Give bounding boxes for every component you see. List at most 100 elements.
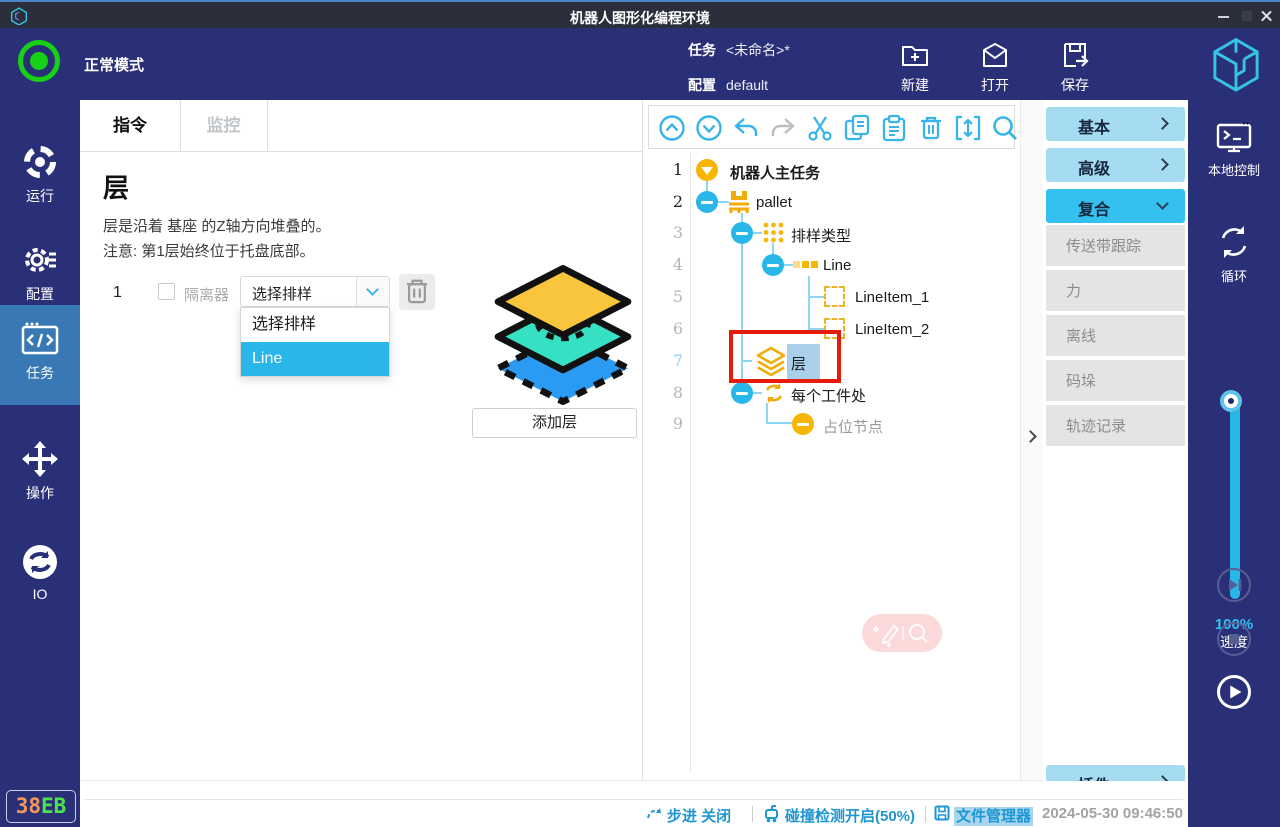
device-code-part2: EB [41, 794, 66, 818]
file-manager-icon [933, 804, 951, 822]
titlebar: 机器人图形化编程环境 [0, 0, 1280, 28]
palette-item-offline[interactable]: 离线 [1046, 315, 1185, 356]
collision-detection-toggle[interactable]: 碰撞检测开启(50%) [785, 805, 915, 826]
open-button-label: 打开 [960, 75, 1030, 95]
palette-group-composite[interactable]: 复合 [1046, 189, 1185, 223]
dropdown-option[interactable]: 选择排样 [241, 308, 389, 342]
step-forward-button[interactable] [1217, 568, 1251, 602]
sidebar-item-operate[interactable]: 操作 [0, 425, 80, 523]
sidebar-item-io[interactable]: IO [0, 528, 80, 626]
foreach-loop-icon [762, 381, 786, 405]
tabbar: 指令 监控 [80, 100, 643, 152]
pattern-dropdown[interactable]: 选择排样 [240, 276, 390, 307]
palette-item-trajectory[interactable]: 轨迹记录 [1046, 405, 1185, 446]
delete-icon[interactable] [916, 113, 946, 143]
step-mode-toggle[interactable]: 步进 关闭 [667, 805, 731, 826]
tree-node-lineitem1[interactable]: LineItem_1 [855, 289, 929, 306]
tab-monitor[interactable]: 监控 [180, 100, 267, 152]
undo-icon[interactable] [731, 113, 761, 143]
insert-node-icon[interactable] [953, 113, 983, 143]
loop-icon [1214, 222, 1254, 262]
tab-instruction[interactable]: 指令 [80, 100, 180, 152]
header: 正常模式 任务<未命名>* 配置default 新建 打开 [0, 28, 1280, 100]
layer-row-index: 1 [113, 284, 122, 302]
palette-item-label: 码垛 [1066, 370, 1096, 391]
dropdown-option-selected[interactable]: Line [241, 342, 389, 376]
expand-panel-chevron-icon[interactable] [1024, 430, 1037, 443]
pattern-dropdown-value: 选择排样 [252, 283, 312, 304]
trash-icon [399, 274, 435, 310]
minimize-button[interactable] [1216, 8, 1232, 24]
sidebar-item-task[interactable]: 任务 [0, 305, 80, 405]
new-button-label: 新建 [880, 75, 950, 95]
sidebar-item-run[interactable]: 运行 [0, 128, 80, 226]
chevron-down-icon [1156, 197, 1169, 210]
tree-toolbar [648, 105, 1015, 149]
statusbar-left: 38EB [0, 781, 80, 827]
palette-group-basic[interactable]: 基本 [1046, 107, 1185, 141]
tree-node-main-task[interactable]: 机器人主任务 [730, 162, 820, 183]
tree-node-line[interactable]: Line [823, 257, 851, 274]
move-up-icon[interactable] [657, 113, 687, 143]
move-down-icon[interactable] [694, 113, 724, 143]
close-button[interactable] [1259, 8, 1275, 24]
tree-node-pattern-type[interactable]: 排样类型 [791, 225, 851, 246]
palette-item-conveyor[interactable]: 传送带跟踪 [1046, 225, 1185, 266]
separator-checkbox[interactable] [158, 283, 175, 300]
palette-item-force[interactable]: 力 [1046, 270, 1185, 311]
io-cycle-icon [20, 542, 60, 582]
file-manager-button[interactable]: 文件管理器 [954, 805, 1033, 826]
left-sidebar: 运行 配置 任务 操作 [0, 100, 80, 827]
palette-group-label: 基本 [1078, 114, 1110, 138]
play-button[interactable] [1217, 675, 1251, 709]
right-sidebar: 本地控制 循环 100% 速度 [1188, 100, 1280, 827]
tree-node-foreach[interactable]: 每个工件处 [791, 385, 866, 406]
tree-node-placeholder[interactable]: 占位节点 [823, 416, 883, 437]
mode-indicator-icon [18, 40, 60, 82]
palette-group-label: 高级 [1078, 155, 1110, 179]
separator-label: 隔离器 [184, 284, 229, 305]
local-control-button[interactable]: 本地控制 [1188, 122, 1280, 179]
palette-group-advanced[interactable]: 高级 [1046, 148, 1185, 182]
placeholder-node-icon [792, 413, 814, 435]
open-button[interactable]: 打开 [960, 38, 1030, 94]
config-label: 配置 [688, 77, 716, 93]
speed-slider-handle[interactable] [1224, 394, 1238, 408]
copy-icon[interactable] [842, 113, 872, 143]
palette-item-palletizing[interactable]: 码垛 [1046, 360, 1185, 401]
loop-label: 循环 [1188, 266, 1280, 285]
loop-button[interactable]: 循环 [1188, 222, 1280, 285]
local-control-label: 本地控制 [1188, 160, 1280, 179]
line-number: 9 [653, 414, 683, 433]
paste-icon[interactable] [879, 113, 909, 143]
status-separator [752, 806, 753, 822]
tree-collapse-toggle[interactable] [762, 254, 784, 276]
gutter-divider [690, 152, 691, 772]
statusbar: 步进 关闭 碰撞检测开启(50%) 文件管理器 2024-05-30 09:46… [80, 781, 1188, 827]
page-title: 层 [103, 168, 129, 205]
tree-node-pallet[interactable]: pallet [756, 194, 792, 211]
sidebar-item-label: 任务 [0, 363, 80, 383]
code-window-icon [19, 319, 61, 359]
terminal-icon [1214, 122, 1254, 156]
new-button[interactable]: 新建 [880, 38, 950, 94]
palette-item-label: 离线 [1066, 325, 1096, 346]
tree-collapse-toggle[interactable] [731, 382, 753, 404]
step-mode-icon [645, 805, 663, 823]
cut-icon[interactable] [805, 113, 835, 143]
tree-collapse-toggle[interactable] [696, 159, 718, 181]
tree-node-lineitem2[interactable]: LineItem_2 [855, 321, 929, 338]
add-layer-button[interactable]: 添加层 [472, 408, 637, 438]
redo-icon[interactable] [768, 113, 798, 143]
dropdown-toggle[interactable] [356, 277, 389, 306]
stop-button[interactable] [1217, 622, 1251, 656]
save-button[interactable]: 保存 [1040, 38, 1110, 94]
line-number: 1 [653, 160, 683, 179]
delete-layer-button[interactable] [399, 274, 435, 310]
tree-collapse-toggle[interactable] [696, 191, 718, 213]
description-line: 层是沿着 基座 的Z轴方向堆叠的。 [103, 215, 331, 236]
line-pattern-icon [793, 260, 819, 270]
search-icon[interactable] [990, 113, 1020, 143]
maximize-button[interactable] [1240, 8, 1256, 24]
tree-collapse-toggle[interactable] [731, 222, 753, 244]
